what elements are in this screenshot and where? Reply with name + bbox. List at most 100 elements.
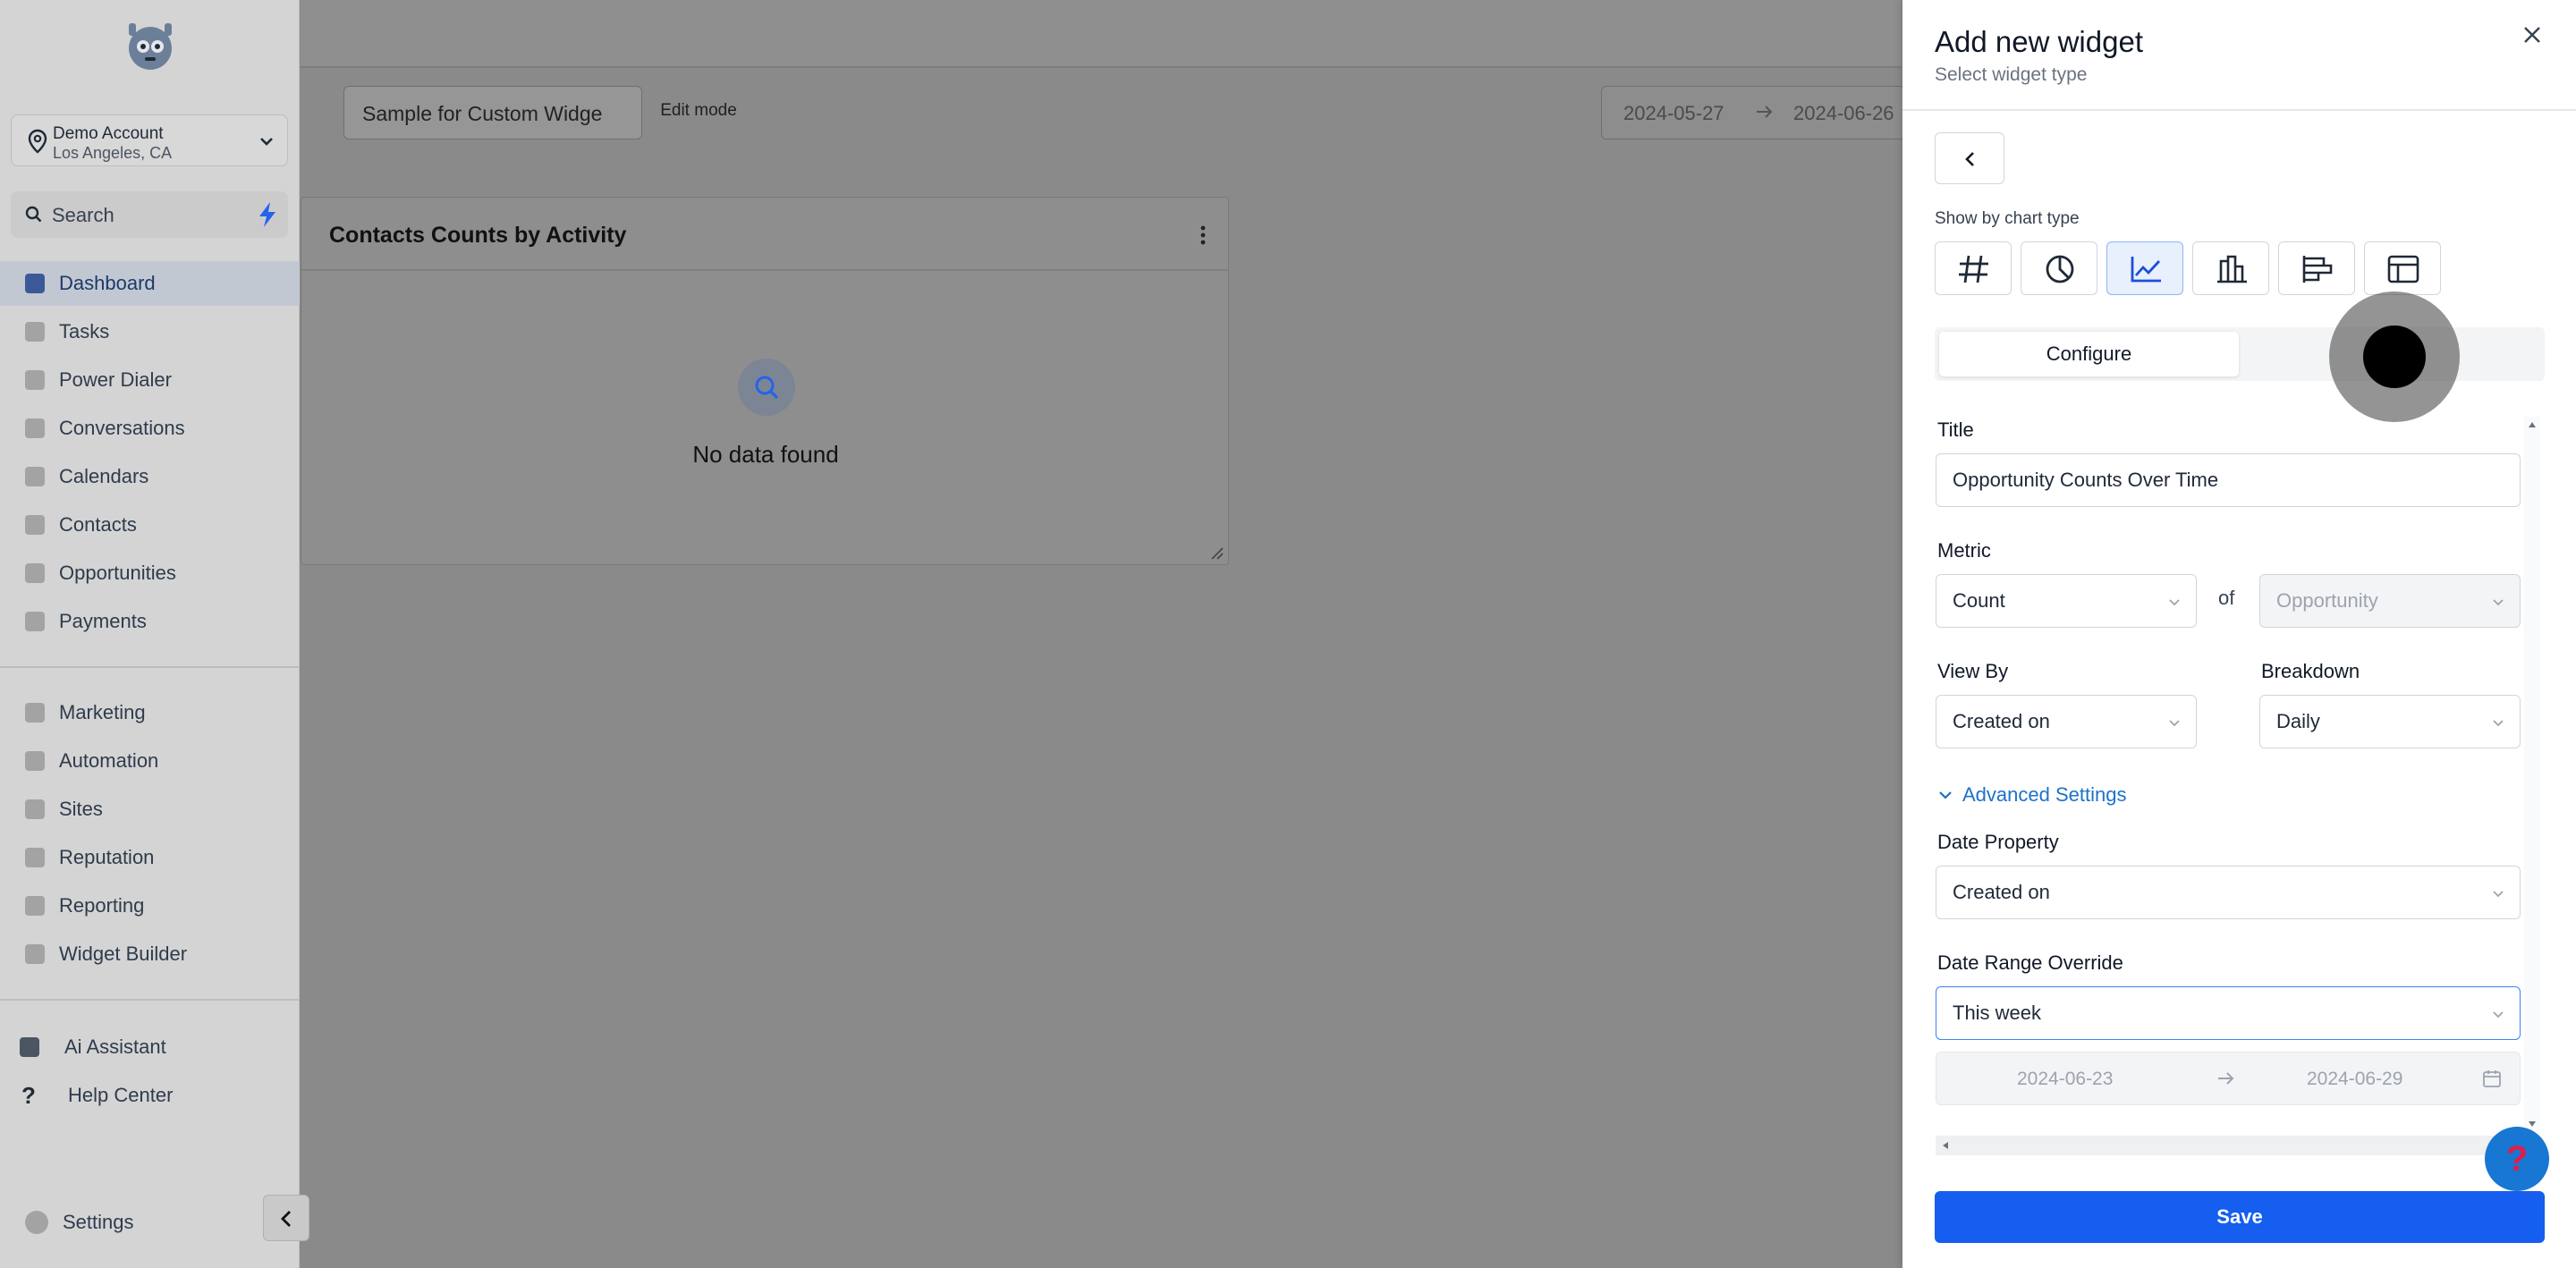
arrow-right-icon: [2218, 1072, 2234, 1085]
sidebar-item-label: Help Center: [68, 1084, 174, 1106]
dashboard-date-range[interactable]: 2024-05-27 2024-06-26: [1601, 86, 1905, 139]
help-button[interactable]: ?: [2485, 1127, 2549, 1191]
widget-card-header: Contacts Counts by Activity: [301, 198, 1228, 271]
chart-type-horizontal-bar-button[interactable]: [2278, 241, 2355, 295]
dashboard-icon: [25, 274, 45, 293]
widget-card[interactable]: Contacts Counts by Activity No data foun…: [301, 197, 1229, 565]
tab-configure[interactable]: Configure: [1939, 332, 2239, 376]
account-switcher[interactable]: Demo Account Los Angeles, CA: [11, 114, 288, 166]
sidebar-item-power-dialer[interactable]: Power Dialer: [0, 358, 300, 402]
sidebar: Demo Account Los Angeles, CA Search Dash…: [0, 0, 300, 1268]
sidebar-item-label: Automation: [59, 749, 159, 772]
sidebar-item-tasks[interactable]: Tasks: [0, 309, 300, 354]
power-dialer-icon: [25, 370, 45, 390]
sidebar-item-help-center[interactable]: ? Help Center: [0, 1073, 300, 1118]
chart-type-number-button[interactable]: [1935, 241, 2012, 295]
location-pin-icon: [28, 129, 47, 154]
widget-builder-icon: [25, 944, 45, 964]
gear-icon: [25, 1211, 48, 1234]
sidebar-item-settings[interactable]: Settings: [0, 1200, 300, 1245]
sidebar-item-payments[interactable]: Payments: [0, 599, 300, 644]
advanced-settings-toggle[interactable]: Advanced Settings: [1937, 783, 2126, 807]
breakdown-value: Daily: [2276, 710, 2320, 732]
edit-mode-badge[interactable]: Edit mode: [651, 95, 746, 127]
chevron-down-icon: [2493, 891, 2504, 898]
arrow-right-icon: [1757, 106, 1773, 118]
sidebar-search[interactable]: Search: [11, 191, 288, 238]
marketing-icon: [25, 703, 45, 723]
widget-card-title: Contacts Counts by Activity: [329, 223, 627, 248]
chevron-down-icon: [2169, 599, 2180, 606]
sidebar-item-reputation[interactable]: Reputation: [0, 835, 300, 880]
lightning-icon[interactable]: [254, 200, 281, 229]
metric-select-value: Count: [1953, 589, 2005, 612]
date-property-select[interactable]: Created on: [1936, 866, 2521, 919]
empty-state-text: No data found: [692, 441, 839, 468]
dashboard-name-input[interactable]: Sample for Custom Widge: [343, 86, 642, 139]
date-range-override-value: This week: [1953, 1002, 2042, 1024]
sidebar-item-calendars[interactable]: Calendars: [0, 454, 300, 499]
sidebar-item-opportunities[interactable]: Opportunities: [0, 551, 300, 596]
chart-type-line-button[interactable]: [2106, 241, 2183, 295]
payments-icon: [25, 612, 45, 631]
back-button[interactable]: [1935, 132, 2004, 184]
sidebar-item-label: Conversations: [59, 417, 185, 439]
sidebar-item-label: Calendars: [59, 465, 149, 487]
advanced-settings-label: Advanced Settings: [1962, 783, 2127, 806]
more-vertical-icon[interactable]: [1199, 224, 1207, 246]
conversations-icon: [25, 418, 45, 438]
chart-type-table-button[interactable]: [2364, 241, 2441, 295]
horizontal-scrollbar[interactable]: [1936, 1136, 2524, 1155]
sidebar-item-widget-builder[interactable]: Widget Builder: [0, 932, 300, 976]
automation-icon: [25, 751, 45, 771]
sidebar-divider: [0, 666, 300, 668]
title-label: Title: [1937, 418, 1974, 441]
sidebar-item-dashboard[interactable]: Dashboard: [0, 261, 300, 306]
metric-select[interactable]: Count: [1936, 574, 2197, 628]
drawer-subtitle: Select widget type: [1935, 64, 2088, 85]
cursor-dot: [2363, 325, 2426, 388]
date-range-override-label: Date Range Override: [1937, 951, 2123, 974]
sidebar-item-ai-assistant[interactable]: Ai Assistant: [0, 1025, 300, 1069]
sidebar-item-contacts[interactable]: Contacts: [0, 503, 300, 547]
sidebar-item-sites[interactable]: Sites: [0, 787, 300, 832]
close-icon[interactable]: [2521, 23, 2544, 46]
resize-handle-icon[interactable]: [1208, 545, 1224, 561]
breakdown-select[interactable]: Daily: [2259, 695, 2521, 748]
sidebar-item-label: Power Dialer: [59, 368, 172, 391]
scroll-up-icon[interactable]: [2528, 420, 2537, 429]
sidebar-item-reporting[interactable]: Reporting: [0, 883, 300, 928]
sidebar-item-label: Payments: [59, 610, 147, 632]
chevron-left-icon: [1965, 152, 1974, 166]
view-by-select[interactable]: Created on: [1936, 695, 2197, 748]
account-name: Demo Account: [53, 124, 164, 143]
top-bar: [301, 0, 1902, 68]
vertical-scrollbar[interactable]: [2524, 417, 2540, 1132]
tasks-icon: [25, 322, 45, 342]
sidebar-item-automation[interactable]: Automation: [0, 739, 300, 783]
sidebar-item-marketing[interactable]: Marketing: [0, 690, 300, 735]
collapse-sidebar-button[interactable]: [263, 1195, 309, 1241]
chart-type-bar-button[interactable]: [2192, 241, 2269, 295]
metric-label: Metric: [1937, 539, 1991, 562]
bar-chart-icon: [2217, 255, 2247, 283]
scroll-down-icon[interactable]: [2528, 1120, 2537, 1129]
sidebar-item-label: Widget Builder: [59, 943, 188, 965]
robot-logo-icon[interactable]: [122, 20, 179, 73]
scroll-left-icon[interactable]: [1941, 1141, 1950, 1150]
save-button[interactable]: Save: [1935, 1191, 2545, 1243]
date-property-value: Created on: [1953, 881, 2050, 903]
sidebar-item-label: Opportunities: [59, 562, 176, 584]
sidebar-divider: [0, 999, 300, 1001]
metric-object-select[interactable]: Opportunity: [2259, 574, 2521, 628]
sidebar-item-label: Reputation: [59, 846, 155, 868]
title-input[interactable]: Opportunity Counts Over Time: [1936, 453, 2521, 507]
date-range-start: 2024-05-27: [1623, 102, 1724, 124]
chart-type-pie-button[interactable]: [2021, 241, 2097, 295]
date-range-override-select[interactable]: This week: [1936, 986, 2521, 1040]
override-range-end: 2024-06-29: [2307, 1069, 2403, 1089]
account-location: Los Angeles, CA: [53, 144, 173, 162]
sidebar-item-label: Reporting: [59, 894, 145, 917]
sidebar-item-conversations[interactable]: Conversations: [0, 406, 300, 451]
override-date-range-picker[interactable]: 2024-06-23 2024-06-29: [1936, 1052, 2521, 1105]
